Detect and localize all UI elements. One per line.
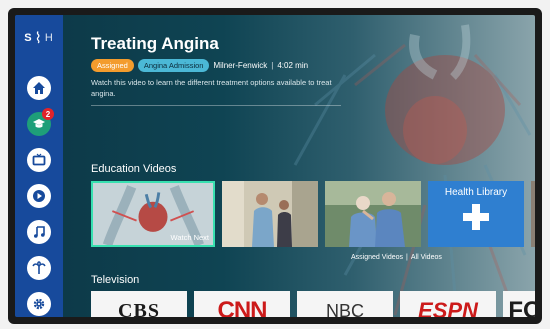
provider-name: Milner-Fenwick bbox=[213, 61, 268, 70]
sidebar-item-relaxation[interactable] bbox=[27, 256, 51, 280]
gear-icon bbox=[33, 298, 45, 310]
channel-tile-cnn[interactable]: CNN bbox=[194, 291, 290, 317]
channel-tile-espn[interactable]: ESPN bbox=[400, 291, 496, 317]
notification-badge: 2 bbox=[42, 108, 54, 120]
health-library-label: Health Library bbox=[444, 187, 508, 198]
education-links: Assigned Videos | All Videos bbox=[351, 254, 442, 261]
watch-next-label: Watch Next bbox=[170, 233, 209, 242]
television-row: CBS CNN NBC ESPN FOX bbox=[91, 291, 535, 317]
education-videos-row: Watch Next Health Library bbox=[91, 181, 535, 247]
fox-logo: FOX bbox=[508, 297, 535, 317]
plus-icon bbox=[463, 204, 489, 230]
couple-video-thumbnail bbox=[325, 181, 421, 247]
video-meta: Assigned Angina Admission Milner-Fenwick… bbox=[91, 59, 308, 72]
channel-tile-cbs[interactable]: CBS bbox=[91, 291, 187, 317]
app-screen: S ⌇ H 2 Treating Angina Assigned Angina … bbox=[15, 15, 535, 317]
assigned-tag: Assigned bbox=[91, 59, 134, 72]
education-section-title: Education Videos bbox=[91, 163, 177, 175]
page-title: Treating Angina bbox=[91, 34, 219, 53]
tv-icon bbox=[32, 153, 46, 166]
caduceus-icon: ⌇ bbox=[34, 30, 43, 47]
logo-letter-h: H bbox=[44, 32, 54, 44]
sidebar-item-music[interactable] bbox=[27, 220, 51, 244]
people-video-thumbnail bbox=[222, 181, 318, 247]
channel-tile-nbc[interactable]: NBC bbox=[297, 291, 393, 317]
partial-video-thumbnail bbox=[531, 181, 535, 247]
assigned-videos-link[interactable]: Assigned Videos bbox=[351, 254, 403, 261]
video-tile-watch-next[interactable]: Watch Next bbox=[91, 181, 215, 247]
nbc-logo: NBC bbox=[325, 300, 364, 318]
sidebar-item-home[interactable] bbox=[27, 76, 51, 100]
sidebar-item-tv[interactable] bbox=[27, 148, 51, 172]
header-divider bbox=[91, 105, 341, 106]
logo-letter-s: S bbox=[24, 32, 33, 44]
channel-tile-fox[interactable]: FOX bbox=[503, 291, 535, 317]
palm-tree-icon bbox=[32, 261, 46, 274]
video-duration: 4:02 min bbox=[277, 61, 309, 70]
video-tile-2[interactable] bbox=[222, 181, 318, 247]
video-tile-3[interactable] bbox=[325, 181, 421, 247]
video-tile-5[interactable] bbox=[531, 181, 535, 247]
sidebar-item-education[interactable]: 2 bbox=[27, 108, 54, 136]
sidebar-item-video[interactable] bbox=[27, 184, 51, 208]
video-description: Watch this video to learn the different … bbox=[91, 78, 332, 98]
links-separator: | bbox=[406, 254, 408, 261]
sidebar: S ⌇ H 2 bbox=[15, 15, 63, 317]
cnn-logo: CNN bbox=[217, 297, 268, 317]
television-section-title: Television bbox=[91, 274, 140, 286]
music-note-icon bbox=[34, 226, 45, 238]
admission-tag: Angina Admission bbox=[137, 59, 210, 72]
sidebar-item-settings[interactable] bbox=[27, 292, 51, 316]
meta-separator: | bbox=[271, 61, 274, 70]
home-icon bbox=[33, 82, 45, 94]
espn-logo: ESPN bbox=[418, 298, 478, 317]
all-videos-link[interactable]: All Videos bbox=[411, 254, 442, 261]
cbs-logo: CBS bbox=[118, 299, 160, 318]
app-logo: S ⌇ H bbox=[15, 25, 63, 51]
play-icon bbox=[33, 190, 45, 202]
tv-frame: S ⌇ H 2 Treating Angina Assigned Angina … bbox=[8, 8, 542, 324]
health-library-tile[interactable]: Health Library bbox=[428, 181, 524, 247]
